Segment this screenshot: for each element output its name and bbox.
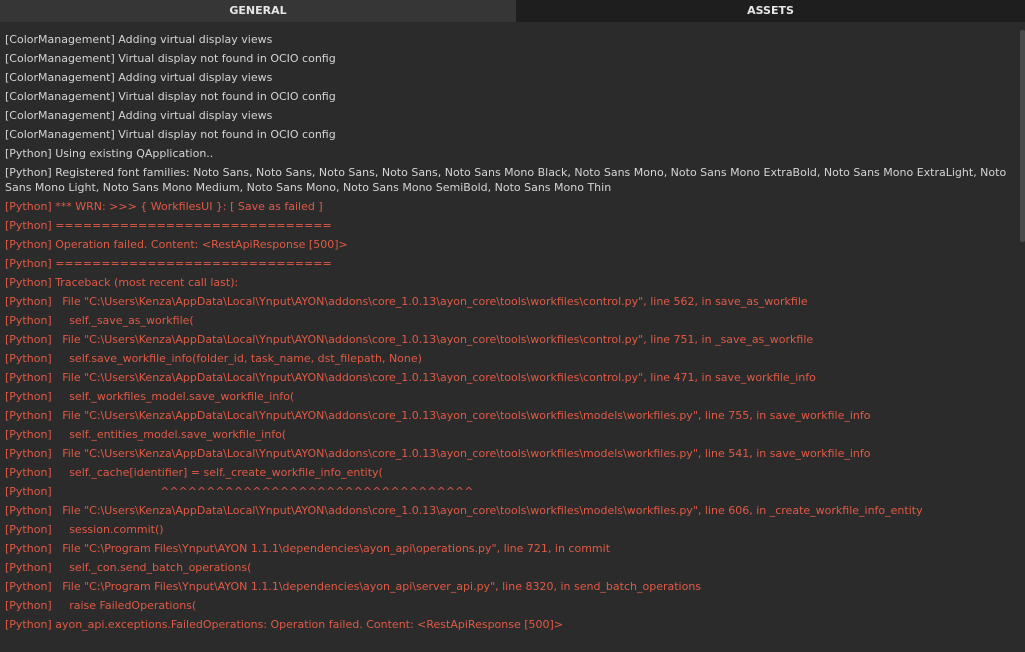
log-line: [Python] File "C:\Users\Kenza\AppData\Lo… xyxy=(5,504,923,517)
tab-bar: GENERAL ASSETS xyxy=(0,0,1025,22)
log-line: [Python] ayon_api.exceptions.FailedOpera… xyxy=(5,618,564,631)
log-line: [ColorManagement] Virtual display not fo… xyxy=(5,128,336,141)
tab-assets[interactable]: ASSETS xyxy=(516,0,1025,22)
log-line: [Python] File "C:\Program Files\Ynput\AY… xyxy=(5,542,611,555)
log-line: [ColorManagement] Adding virtual display… xyxy=(5,71,273,84)
log-line: [Python] ============================== xyxy=(5,219,332,232)
log-line: [ColorManagement] Adding virtual display… xyxy=(5,109,273,122)
log-line: [Python] ^^^^^^^^^^^^^^^^^^^^^^^^^^^^^^^… xyxy=(5,485,474,498)
log-line: [Python] File "C:\Program Files\Ynput\AY… xyxy=(5,580,702,593)
tab-general[interactable]: GENERAL xyxy=(0,0,516,22)
log-line: [Python] ============================== xyxy=(5,257,332,270)
scrollbar-thumb[interactable] xyxy=(1020,30,1025,242)
log-line: [Python] self.save_workfile_info(folder_… xyxy=(5,352,422,365)
log-line: [Python] Operation failed. Content: <Res… xyxy=(5,238,348,251)
log-line: [Python] File "C:\Users\Kenza\AppData\Lo… xyxy=(5,447,871,460)
log-line: [ColorManagement] Adding virtual display… xyxy=(5,33,273,46)
log-line: [ColorManagement] Virtual display not fo… xyxy=(5,90,336,103)
log-line: [Python] raise FailedOperations( xyxy=(5,599,197,612)
log-line: [Python] Traceback (most recent call las… xyxy=(5,276,239,289)
log-line: [ColorManagement] Virtual display not fo… xyxy=(5,52,336,65)
console-scrollbar[interactable] xyxy=(1019,30,1025,652)
log-line: [Python] self._con.send_batch_operations… xyxy=(5,561,252,574)
log-line: [Python] self._workfiles_model.save_work… xyxy=(5,390,295,403)
log-line: [Python] File "C:\Users\Kenza\AppData\Lo… xyxy=(5,295,808,308)
log-console: [ColorManagement] Adding virtual display… xyxy=(0,30,1016,652)
log-line: [Python] self._cache[identifier] = self.… xyxy=(5,466,383,479)
log-line: [Python] File "C:\Users\Kenza\AppData\Lo… xyxy=(5,409,871,422)
log-line: [Python] File "C:\Users\Kenza\AppData\Lo… xyxy=(5,371,816,384)
log-line: [Python] Using existing QApplication.. xyxy=(5,147,214,160)
log-line: [Python] Registered font families: Noto … xyxy=(5,166,1010,194)
log-line: [Python] self._entities_model.save_workf… xyxy=(5,428,287,441)
log-line: [Python] *** WRN: >>> { WorkfilesUI }: [… xyxy=(5,200,323,213)
log-line: [Python] File "C:\Users\Kenza\AppData\Lo… xyxy=(5,333,814,346)
log-line: [Python] self._save_as_workfile( xyxy=(5,314,194,327)
log-line: [Python] session.commit() xyxy=(5,523,164,536)
